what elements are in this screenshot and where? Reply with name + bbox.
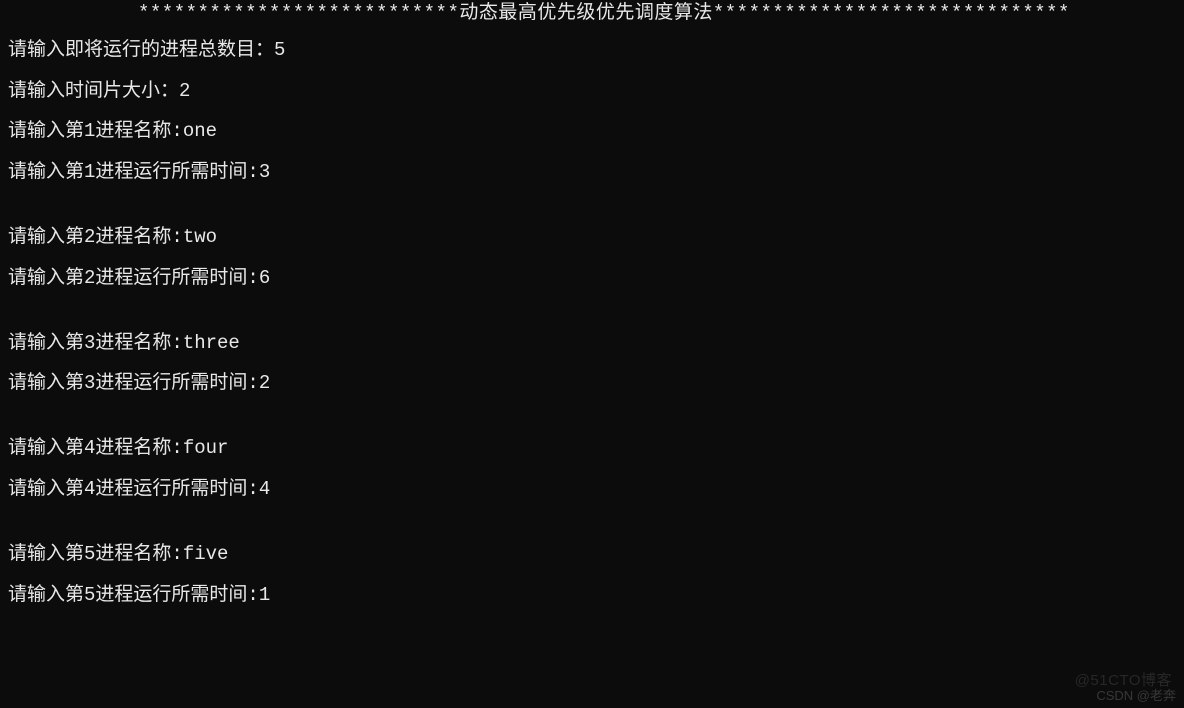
prompt-value: two: [183, 226, 217, 248]
prompt-label: 请输入第5进程名称:: [8, 543, 183, 565]
prompt-label: 请输入即将运行的进程总数目：: [8, 39, 274, 61]
prompt-value: 2: [259, 372, 270, 394]
blank-line: [8, 413, 1176, 437]
prompt-value: three: [183, 332, 240, 354]
watermark-bottom: CSDN @老奔: [1096, 688, 1176, 704]
prompt-label: 请输入第1进程运行所需时间:: [8, 161, 259, 183]
prompt-value: 3: [259, 161, 270, 183]
prompt-process-name: 请输入第2进程名称:two: [8, 226, 1176, 249]
prompt-process-name: 请输入第3进程名称:three: [8, 332, 1176, 355]
prompt-label: 请输入第3进程名称:: [8, 332, 183, 354]
prompt-label: 请输入第4进程名称:: [8, 437, 183, 459]
prompt-value: four: [183, 437, 229, 459]
prompt-time-slice: 请输入时间片大小：2: [8, 80, 1176, 103]
blank-line: [8, 202, 1176, 226]
terminal-output: ***************************动态最高优先级优先调度算法…: [0, 0, 1184, 626]
watermark-top: @51CTO博客: [1075, 672, 1172, 690]
prompt-label: 请输入时间片大小：: [8, 80, 179, 102]
prompt-label: 请输入第1进程名称:: [8, 120, 183, 142]
prompt-process-time: 请输入第2进程运行所需时间:6: [8, 267, 1176, 290]
prompt-label: 请输入第5进程运行所需时间:: [8, 584, 259, 606]
prompt-total-processes: 请输入即将运行的进程总数目：5: [8, 39, 1176, 62]
blank-line: [8, 519, 1176, 543]
prompt-label: 请输入第3进程运行所需时间:: [8, 372, 259, 394]
prompt-process-time: 请输入第3进程运行所需时间:2: [8, 372, 1176, 395]
stars-left: ***************************: [138, 2, 459, 24]
prompt-process-time: 请输入第1进程运行所需时间:3: [8, 161, 1176, 184]
prompt-label: 请输入第4进程运行所需时间:: [8, 478, 259, 500]
blank-line: [8, 308, 1176, 332]
prompt-process-name: 请输入第5进程名称:five: [8, 543, 1176, 566]
prompt-process-time: 请输入第5进程运行所需时间:1: [8, 584, 1176, 607]
prompt-value: five: [183, 543, 229, 565]
header-line: ***************************动态最高优先级优先调度算法…: [8, 2, 1176, 25]
prompt-process-name: 请输入第4进程名称:four: [8, 437, 1176, 460]
prompt-label: 请输入第2进程运行所需时间:: [8, 267, 259, 289]
prompt-value: 2: [179, 80, 190, 102]
prompt-process-time: 请输入第4进程运行所需时间:4: [8, 478, 1176, 501]
prompt-value: 1: [259, 584, 270, 606]
prompt-process-name: 请输入第1进程名称:one: [8, 120, 1176, 143]
header-title: 动态最高优先级优先调度算法: [459, 2, 713, 24]
stars-right: ******************************: [713, 2, 1070, 24]
prompt-value: one: [183, 120, 217, 142]
prompt-value: 5: [274, 39, 285, 61]
prompt-value: 4: [259, 478, 270, 500]
prompt-label: 请输入第2进程名称:: [8, 226, 183, 248]
prompt-value: 6: [259, 267, 270, 289]
